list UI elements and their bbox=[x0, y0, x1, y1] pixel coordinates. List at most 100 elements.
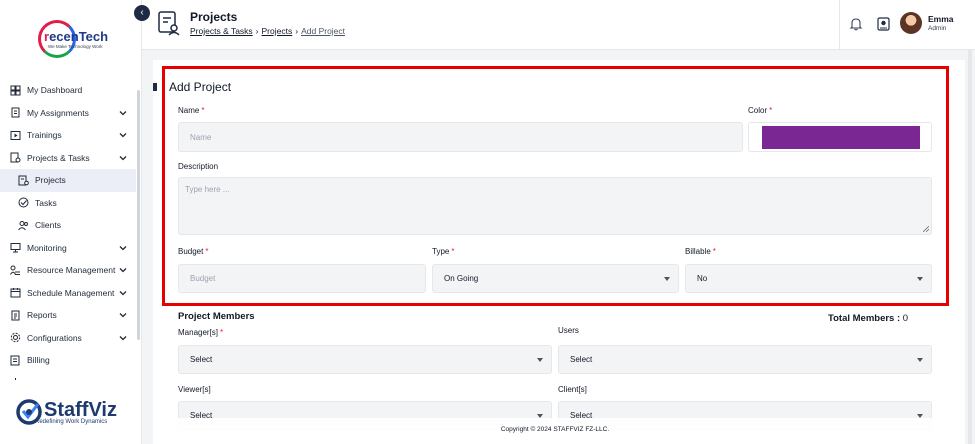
chevron-down-icon bbox=[664, 276, 670, 281]
check-circle-icon bbox=[18, 197, 29, 208]
users-icon bbox=[18, 220, 29, 231]
managers-label: Manager[s] * bbox=[178, 328, 224, 337]
dashboard-icon bbox=[10, 85, 21, 96]
calendar-icon bbox=[10, 287, 21, 298]
gear-icon bbox=[10, 332, 21, 343]
breadcrumb-add-project[interactable]: Add Project bbox=[301, 26, 345, 36]
color-picker[interactable] bbox=[748, 122, 932, 152]
chevron-down-icon bbox=[917, 276, 923, 281]
sidebar-item-trainings[interactable]: Trainings bbox=[0, 124, 136, 147]
type-select[interactable]: On Going bbox=[432, 264, 679, 293]
sidebar-item-resource-management[interactable]: Resource Management bbox=[0, 259, 136, 282]
sidebar-item-configurations[interactable]: Configurations bbox=[0, 327, 136, 350]
staffviz-tagline: Redefining Work Dynamics bbox=[35, 419, 108, 425]
managers-select-value: Select bbox=[190, 355, 213, 364]
breadcrumb-separator: › bbox=[255, 26, 259, 36]
type-label: Type * bbox=[432, 247, 455, 256]
sidebar-item-label: Billing bbox=[27, 355, 50, 366]
chevron-down-icon[interactable] bbox=[118, 333, 128, 343]
sidebar: recenTech We Make Technology Work My Das… bbox=[0, 0, 142, 444]
chevron-down-icon[interactable] bbox=[118, 288, 128, 298]
type-select-value: On Going bbox=[444, 274, 479, 283]
sidebar-item-my-assignments[interactable]: My Assignments bbox=[0, 102, 136, 125]
chevron-down-icon bbox=[537, 357, 543, 362]
users-select[interactable]: Select bbox=[558, 345, 932, 374]
collapse-sidebar-button[interactable]: ‹ bbox=[134, 5, 150, 21]
total-members: Total Members : 0 bbox=[828, 313, 909, 324]
project-members-title: Project Members bbox=[178, 311, 255, 322]
chevron-down-icon[interactable] bbox=[118, 153, 128, 163]
sidebar-item-label: Monitoring bbox=[27, 242, 67, 253]
sidebar-item-schedule-management[interactable]: Schedule Management bbox=[0, 282, 136, 305]
resource-icon bbox=[10, 265, 21, 276]
assignments-icon bbox=[10, 107, 21, 118]
projects-icon bbox=[10, 152, 21, 163]
color-label: Color * bbox=[748, 106, 773, 115]
chevron-down-icon bbox=[917, 357, 923, 362]
sidebar-item-monitoring[interactable]: Monitoring bbox=[0, 237, 136, 260]
project-list-icon bbox=[18, 175, 29, 186]
users-label: Users bbox=[558, 326, 579, 335]
monitor-icon bbox=[10, 242, 21, 253]
page-scrollbar[interactable] bbox=[968, 50, 972, 444]
projects-header-icon bbox=[158, 11, 180, 36]
sidebar-item-label: My Dashboard bbox=[27, 85, 83, 96]
chevron-down-icon bbox=[537, 413, 543, 418]
clients-label: Client[s] bbox=[558, 385, 587, 394]
breadcrumb: Projects & Tasks › Projects › Add Project bbox=[190, 26, 345, 36]
copyright-text: Copyright © 2024 STAFFVIZ FZ-LLC. bbox=[500, 426, 610, 433]
user-role: Admin bbox=[928, 25, 947, 32]
page-title: Projects bbox=[190, 10, 238, 24]
sidebar-item-projects-tasks[interactable]: Projects & Tasks bbox=[0, 147, 136, 170]
section-accent bbox=[153, 83, 157, 91]
name-input[interactable]: Name bbox=[178, 122, 743, 152]
sidebar-item-billing[interactable]: Billing bbox=[0, 349, 136, 372]
sidebar-item-my-dashboard[interactable]: My Dashboard bbox=[0, 79, 136, 102]
chevron-down-icon[interactable] bbox=[118, 108, 128, 118]
sidebar-item-label: Trainings bbox=[27, 130, 62, 141]
form-title: Add Project bbox=[169, 80, 232, 94]
sidebar-item-label: Projects bbox=[35, 175, 66, 186]
chevron-down-icon bbox=[917, 413, 923, 418]
sidebar-item-label: Resource Management bbox=[27, 265, 116, 276]
sidebar-scrollbar[interactable] bbox=[137, 90, 140, 340]
avatar[interactable] bbox=[900, 12, 922, 34]
billable-select-value: No bbox=[697, 274, 708, 283]
description-textarea[interactable]: Type here ... bbox=[178, 177, 932, 235]
breadcrumb-projects-tasks[interactable]: Projects & Tasks bbox=[190, 26, 253, 36]
resize-handle-icon[interactable] bbox=[923, 226, 929, 232]
chevron-down-icon[interactable] bbox=[118, 243, 128, 253]
chevron-down-icon[interactable] bbox=[118, 265, 128, 275]
user-name[interactable]: Emma bbox=[928, 14, 954, 24]
chevron-down-icon[interactable] bbox=[118, 310, 128, 320]
budget-input[interactable]: Budget bbox=[178, 264, 426, 293]
chevron-down-icon[interactable] bbox=[118, 130, 128, 140]
budget-label: Budget * bbox=[178, 247, 209, 256]
users-select-value: Select bbox=[570, 355, 593, 364]
staffviz-logo: StaffViz Redefining Work Dynamics bbox=[12, 398, 137, 434]
screenshot-camera-icon[interactable] bbox=[877, 17, 890, 31]
sidebar-nav: My Dashboard My Assignments Trainings Proje… bbox=[0, 79, 136, 394]
sidebar-item-reports[interactable]: Reports bbox=[0, 304, 136, 327]
managers-select[interactable]: Select bbox=[178, 345, 552, 374]
color-swatch bbox=[762, 126, 920, 149]
sidebar-item-label: Tasks bbox=[35, 197, 57, 208]
sidebar-item-tasks[interactable]: Tasks bbox=[0, 192, 136, 215]
breadcrumb-projects[interactable]: Projects bbox=[262, 26, 293, 36]
sidebar-item-projects[interactable]: Projects bbox=[0, 169, 136, 192]
sidebar-item-label: Reports bbox=[27, 310, 57, 321]
description-placeholder: Type here ... bbox=[185, 185, 230, 194]
sidebar-item-label: My Assignments bbox=[27, 107, 89, 118]
top-header: Projects Projects & Tasks › Projects › Add P… bbox=[142, 0, 975, 50]
report-icon bbox=[10, 310, 21, 321]
description-label: Description bbox=[178, 162, 219, 171]
sidebar-item-label: Schedule Management bbox=[27, 287, 115, 298]
logo-text: recenTech bbox=[44, 29, 109, 44]
sidebar-item-label: Configurations bbox=[27, 332, 82, 343]
billing-icon bbox=[10, 355, 21, 366]
recentech-logo[interactable]: recenTech We Make Technology Work bbox=[38, 20, 108, 58]
billable-select[interactable]: No bbox=[685, 264, 932, 293]
sidebar-item-clients[interactable]: Clients bbox=[0, 214, 136, 237]
bell-icon[interactable] bbox=[849, 17, 863, 31]
sidebar-item-label: Projects & Tasks bbox=[27, 152, 90, 163]
